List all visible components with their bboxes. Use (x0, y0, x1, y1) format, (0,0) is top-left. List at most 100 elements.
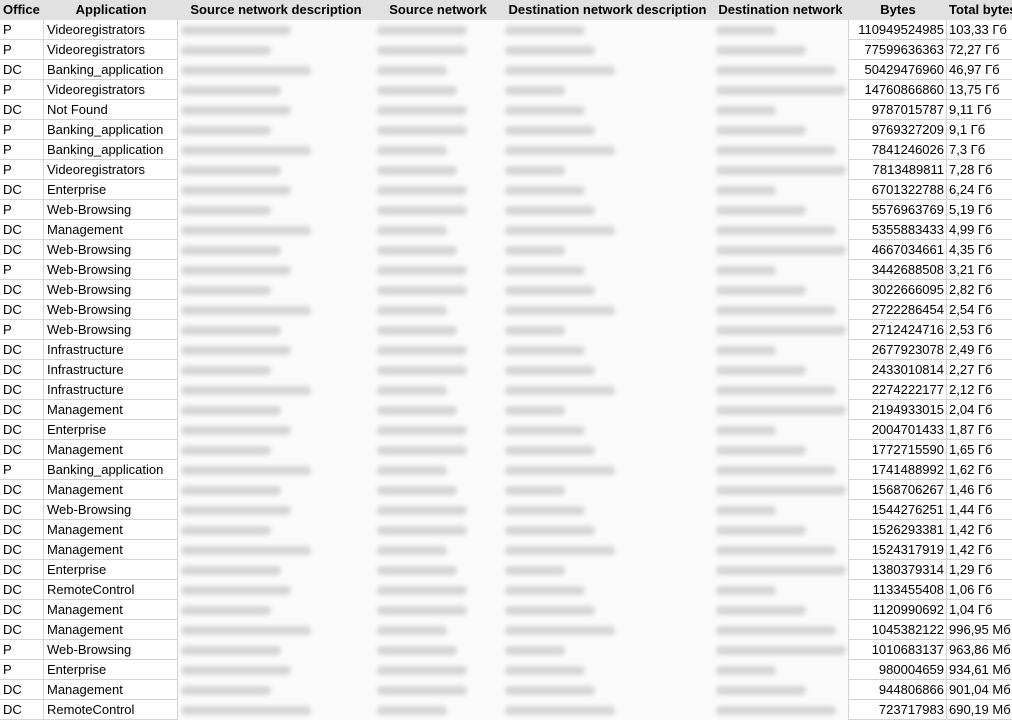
table-row[interactable]: DC Infrastructure 2274222177 2,12 Гб (0, 380, 1012, 400)
header-bytes[interactable]: Bytes (848, 0, 947, 20)
cell-destination-network-description-redacted[interactable] (502, 200, 713, 220)
cell-destination-network-description-redacted[interactable] (502, 340, 713, 360)
cell-destination-network-redacted[interactable] (713, 280, 848, 300)
cell-bytes[interactable]: 980004659 (848, 660, 947, 680)
cell-application[interactable]: Videoregistrators (44, 160, 178, 180)
cell-source-network-redacted[interactable] (374, 420, 502, 440)
cell-source-network-redacted[interactable] (374, 240, 502, 260)
cell-source-network-description-redacted[interactable] (178, 420, 374, 440)
cell-application[interactable]: Banking_application (44, 140, 178, 160)
cell-source-network-description-redacted[interactable] (178, 640, 374, 660)
cell-bytes[interactable]: 5576963769 (848, 200, 947, 220)
cell-destination-network-description-redacted[interactable] (502, 680, 713, 700)
cell-application[interactable]: Management (44, 220, 178, 240)
cell-destination-network-redacted[interactable] (713, 700, 848, 720)
cell-destination-network-description-redacted[interactable] (502, 560, 713, 580)
cell-application[interactable]: Infrastructure (44, 380, 178, 400)
cell-total-bytes[interactable]: 2,54 Гб (947, 300, 1012, 320)
cell-bytes[interactable]: 2274222177 (848, 380, 947, 400)
cell-destination-network-description-redacted[interactable] (502, 40, 713, 60)
cell-destination-network-redacted[interactable] (713, 120, 848, 140)
cell-source-network-description-redacted[interactable] (178, 260, 374, 280)
cell-total-bytes[interactable]: 4,35 Гб (947, 240, 1012, 260)
cell-source-network-description-redacted[interactable] (178, 460, 374, 480)
cell-destination-network-redacted[interactable] (713, 580, 848, 600)
cell-source-network-redacted[interactable] (374, 560, 502, 580)
table-row[interactable]: P Videoregistrators 14760866860 13,75 Гб (0, 80, 1012, 100)
cell-application[interactable]: Management (44, 540, 178, 560)
cell-office[interactable]: DC (0, 360, 44, 380)
cell-source-network-description-redacted[interactable] (178, 400, 374, 420)
cell-destination-network-description-redacted[interactable] (502, 480, 713, 500)
cell-source-network-description-redacted[interactable] (178, 60, 374, 80)
cell-bytes[interactable]: 14760866860 (848, 80, 947, 100)
cell-destination-network-redacted[interactable] (713, 240, 848, 260)
cell-destination-network-redacted[interactable] (713, 160, 848, 180)
cell-bytes[interactable]: 1524317919 (848, 540, 947, 560)
cell-office[interactable]: DC (0, 340, 44, 360)
cell-total-bytes[interactable]: 934,61 Мб (947, 660, 1012, 680)
cell-total-bytes[interactable]: 5,19 Гб (947, 200, 1012, 220)
cell-destination-network-description-redacted[interactable] (502, 320, 713, 340)
cell-office[interactable]: P (0, 640, 44, 660)
cell-office[interactable]: DC (0, 100, 44, 120)
cell-application[interactable]: Management (44, 680, 178, 700)
table-row[interactable]: DC Management 944806866 901,04 Мб (0, 680, 1012, 700)
cell-source-network-redacted[interactable] (374, 100, 502, 120)
cell-destination-network-redacted[interactable] (713, 620, 848, 640)
cell-total-bytes[interactable]: 1,29 Гб (947, 560, 1012, 580)
table-row[interactable]: DC Management 1526293381 1,42 Гб (0, 520, 1012, 540)
cell-destination-network-description-redacted[interactable] (502, 140, 713, 160)
cell-source-network-redacted[interactable] (374, 280, 502, 300)
cell-office[interactable]: P (0, 160, 44, 180)
cell-source-network-redacted[interactable] (374, 500, 502, 520)
cell-bytes[interactable]: 2677923078 (848, 340, 947, 360)
cell-source-network-redacted[interactable] (374, 260, 502, 280)
cell-application[interactable]: Web-Browsing (44, 300, 178, 320)
cell-source-network-description-redacted[interactable] (178, 80, 374, 100)
table-row[interactable]: DC Infrastructure 2433010814 2,27 Гб (0, 360, 1012, 380)
table-row[interactable]: P Banking_application 1741488992 1,62 Гб (0, 460, 1012, 480)
cell-destination-network-redacted[interactable] (713, 360, 848, 380)
cell-bytes[interactable]: 944806866 (848, 680, 947, 700)
cell-destination-network-redacted[interactable] (713, 460, 848, 480)
cell-application[interactable]: Management (44, 620, 178, 640)
cell-total-bytes[interactable]: 1,44 Гб (947, 500, 1012, 520)
table-row[interactable]: P Web-Browsing 3442688508 3,21 Гб (0, 260, 1012, 280)
cell-bytes[interactable]: 7813489811 (848, 160, 947, 180)
cell-bytes[interactable]: 2712424716 (848, 320, 947, 340)
table-row[interactable]: DC Enterprise 1380379314 1,29 Гб (0, 560, 1012, 580)
table-row[interactable]: DC Management 1045382122 996,95 Мб (0, 620, 1012, 640)
cell-source-network-redacted[interactable] (374, 480, 502, 500)
cell-destination-network-description-redacted[interactable] (502, 500, 713, 520)
cell-source-network-redacted[interactable] (374, 320, 502, 340)
cell-destination-network-redacted[interactable] (713, 380, 848, 400)
cell-bytes[interactable]: 4667034661 (848, 240, 947, 260)
cell-application[interactable]: Videoregistrators (44, 80, 178, 100)
cell-total-bytes[interactable]: 4,99 Гб (947, 220, 1012, 240)
cell-source-network-redacted[interactable] (374, 580, 502, 600)
cell-source-network-description-redacted[interactable] (178, 300, 374, 320)
cell-destination-network-description-redacted[interactable] (502, 440, 713, 460)
cell-destination-network-description-redacted[interactable] (502, 300, 713, 320)
cell-destination-network-redacted[interactable] (713, 600, 848, 620)
cell-source-network-description-redacted[interactable] (178, 120, 374, 140)
cell-application[interactable]: Management (44, 480, 178, 500)
cell-total-bytes[interactable]: 690,19 Мб (947, 700, 1012, 720)
cell-source-network-redacted[interactable] (374, 340, 502, 360)
cell-office[interactable]: DC (0, 380, 44, 400)
cell-application[interactable]: Enterprise (44, 180, 178, 200)
cell-destination-network-redacted[interactable] (713, 440, 848, 460)
cell-destination-network-redacted[interactable] (713, 260, 848, 280)
cell-bytes[interactable]: 3022666095 (848, 280, 947, 300)
table-row[interactable]: P Banking_application 9769327209 9,1 Гб (0, 120, 1012, 140)
cell-office[interactable]: P (0, 660, 44, 680)
cell-office[interactable]: P (0, 20, 44, 40)
cell-source-network-redacted[interactable] (374, 200, 502, 220)
cell-application[interactable]: Web-Browsing (44, 260, 178, 280)
table-row[interactable]: P Banking_application 7841246026 7,3 Гб (0, 140, 1012, 160)
cell-office[interactable]: DC (0, 220, 44, 240)
cell-bytes[interactable]: 2433010814 (848, 360, 947, 380)
cell-destination-network-description-redacted[interactable] (502, 700, 713, 720)
cell-destination-network-redacted[interactable] (713, 520, 848, 540)
